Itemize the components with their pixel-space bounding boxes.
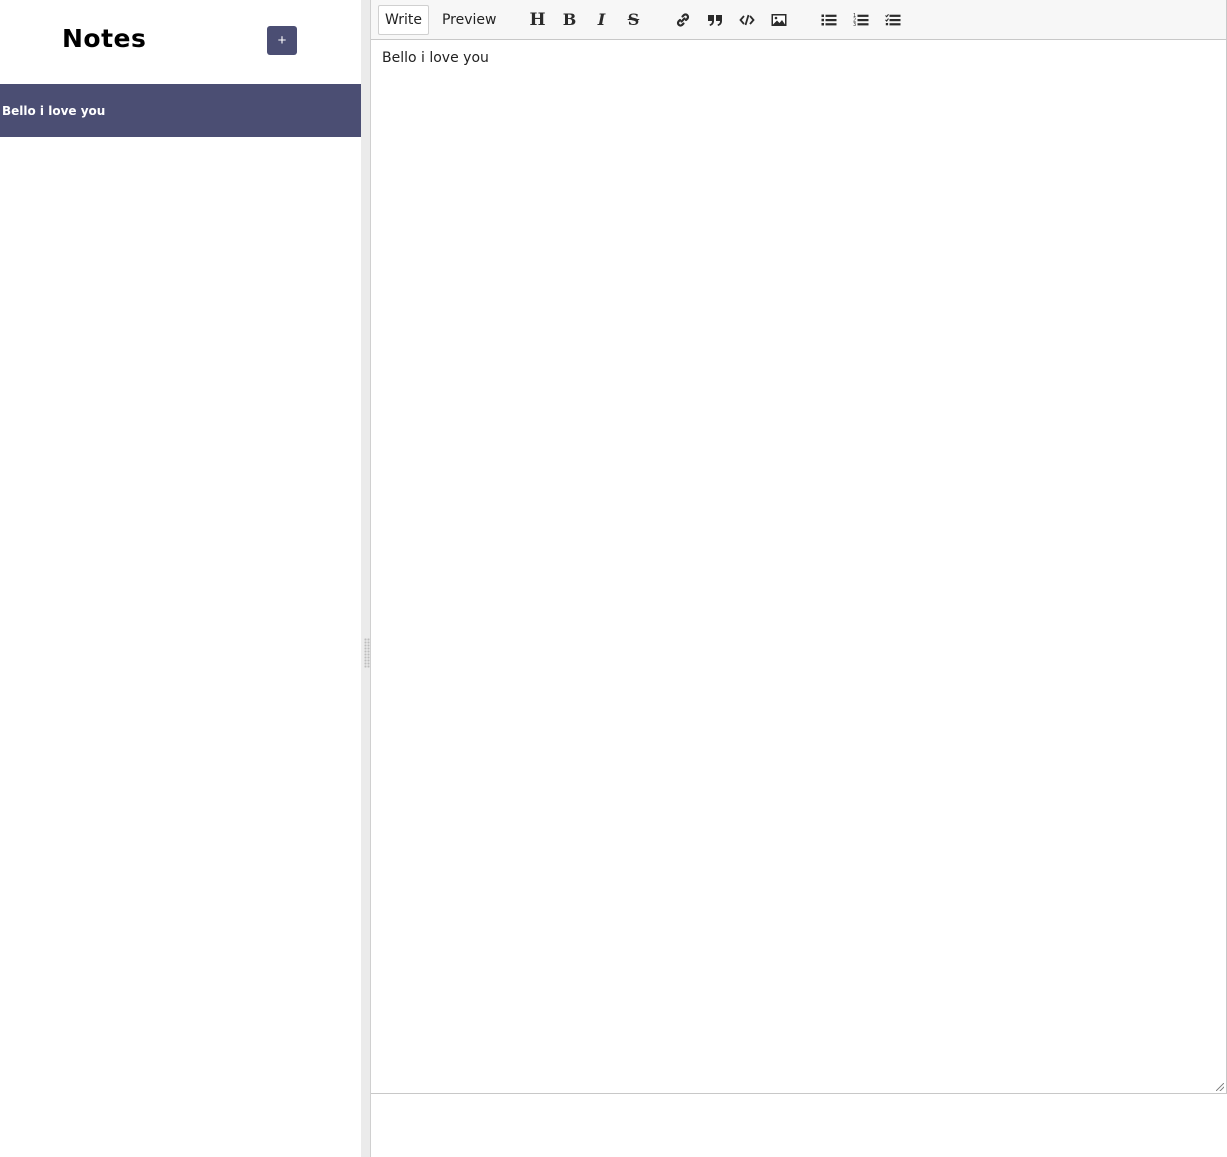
header-icon[interactable]: H xyxy=(521,5,553,35)
page-title: Notes xyxy=(62,24,147,53)
quote-icon-svg xyxy=(708,14,723,26)
pane-splitter[interactable] xyxy=(361,0,371,1157)
tab-write[interactable]: Write xyxy=(378,4,429,35)
sidebar: Notes + Bello i love you xyxy=(0,0,361,1157)
editor-toolbar: Write Preview H B I S 1 2 3 xyxy=(371,0,1226,40)
list-group: 123 xyxy=(813,5,909,35)
grip-icon xyxy=(364,638,370,668)
checklist-icon-svg xyxy=(885,13,901,25)
sidebar-header: Notes + xyxy=(0,0,361,84)
link-icon-svg xyxy=(677,12,690,27)
quote-icon[interactable] xyxy=(699,5,731,35)
image-icon-svg xyxy=(771,13,787,26)
markdown-editor: Write Preview H B I S 1 2 3 Bello i love… xyxy=(371,0,1227,1094)
note-content-input[interactable]: Bello i love you xyxy=(371,40,1226,1093)
tab-preview[interactable]: Preview xyxy=(435,5,504,35)
italic-icon[interactable]: I xyxy=(585,5,617,35)
note-list-item[interactable]: Bello i love you xyxy=(0,84,361,137)
unordered-list-icon-svg xyxy=(821,14,837,25)
text-format-group: H B I S xyxy=(521,5,649,35)
note-list: Bello i love you xyxy=(0,84,361,137)
svg-text:3: 3 xyxy=(853,22,856,28)
code-icon[interactable] xyxy=(731,5,763,35)
resize-handle-icon[interactable] xyxy=(1216,1083,1224,1091)
bold-icon[interactable]: B xyxy=(553,5,585,35)
checklist-icon[interactable] xyxy=(877,5,909,35)
ordered-list-icon[interactable]: 123 xyxy=(845,5,877,35)
strikethrough-icon[interactable]: S xyxy=(617,5,649,35)
unordered-list-icon[interactable] xyxy=(813,5,845,35)
image-icon[interactable] xyxy=(763,5,795,35)
ordered-list-icon-svg: 123 xyxy=(853,13,869,28)
code-icon-svg xyxy=(739,14,756,25)
insert-group xyxy=(667,5,795,35)
add-note-button[interactable]: + xyxy=(267,26,297,55)
link-icon[interactable] xyxy=(667,5,699,35)
